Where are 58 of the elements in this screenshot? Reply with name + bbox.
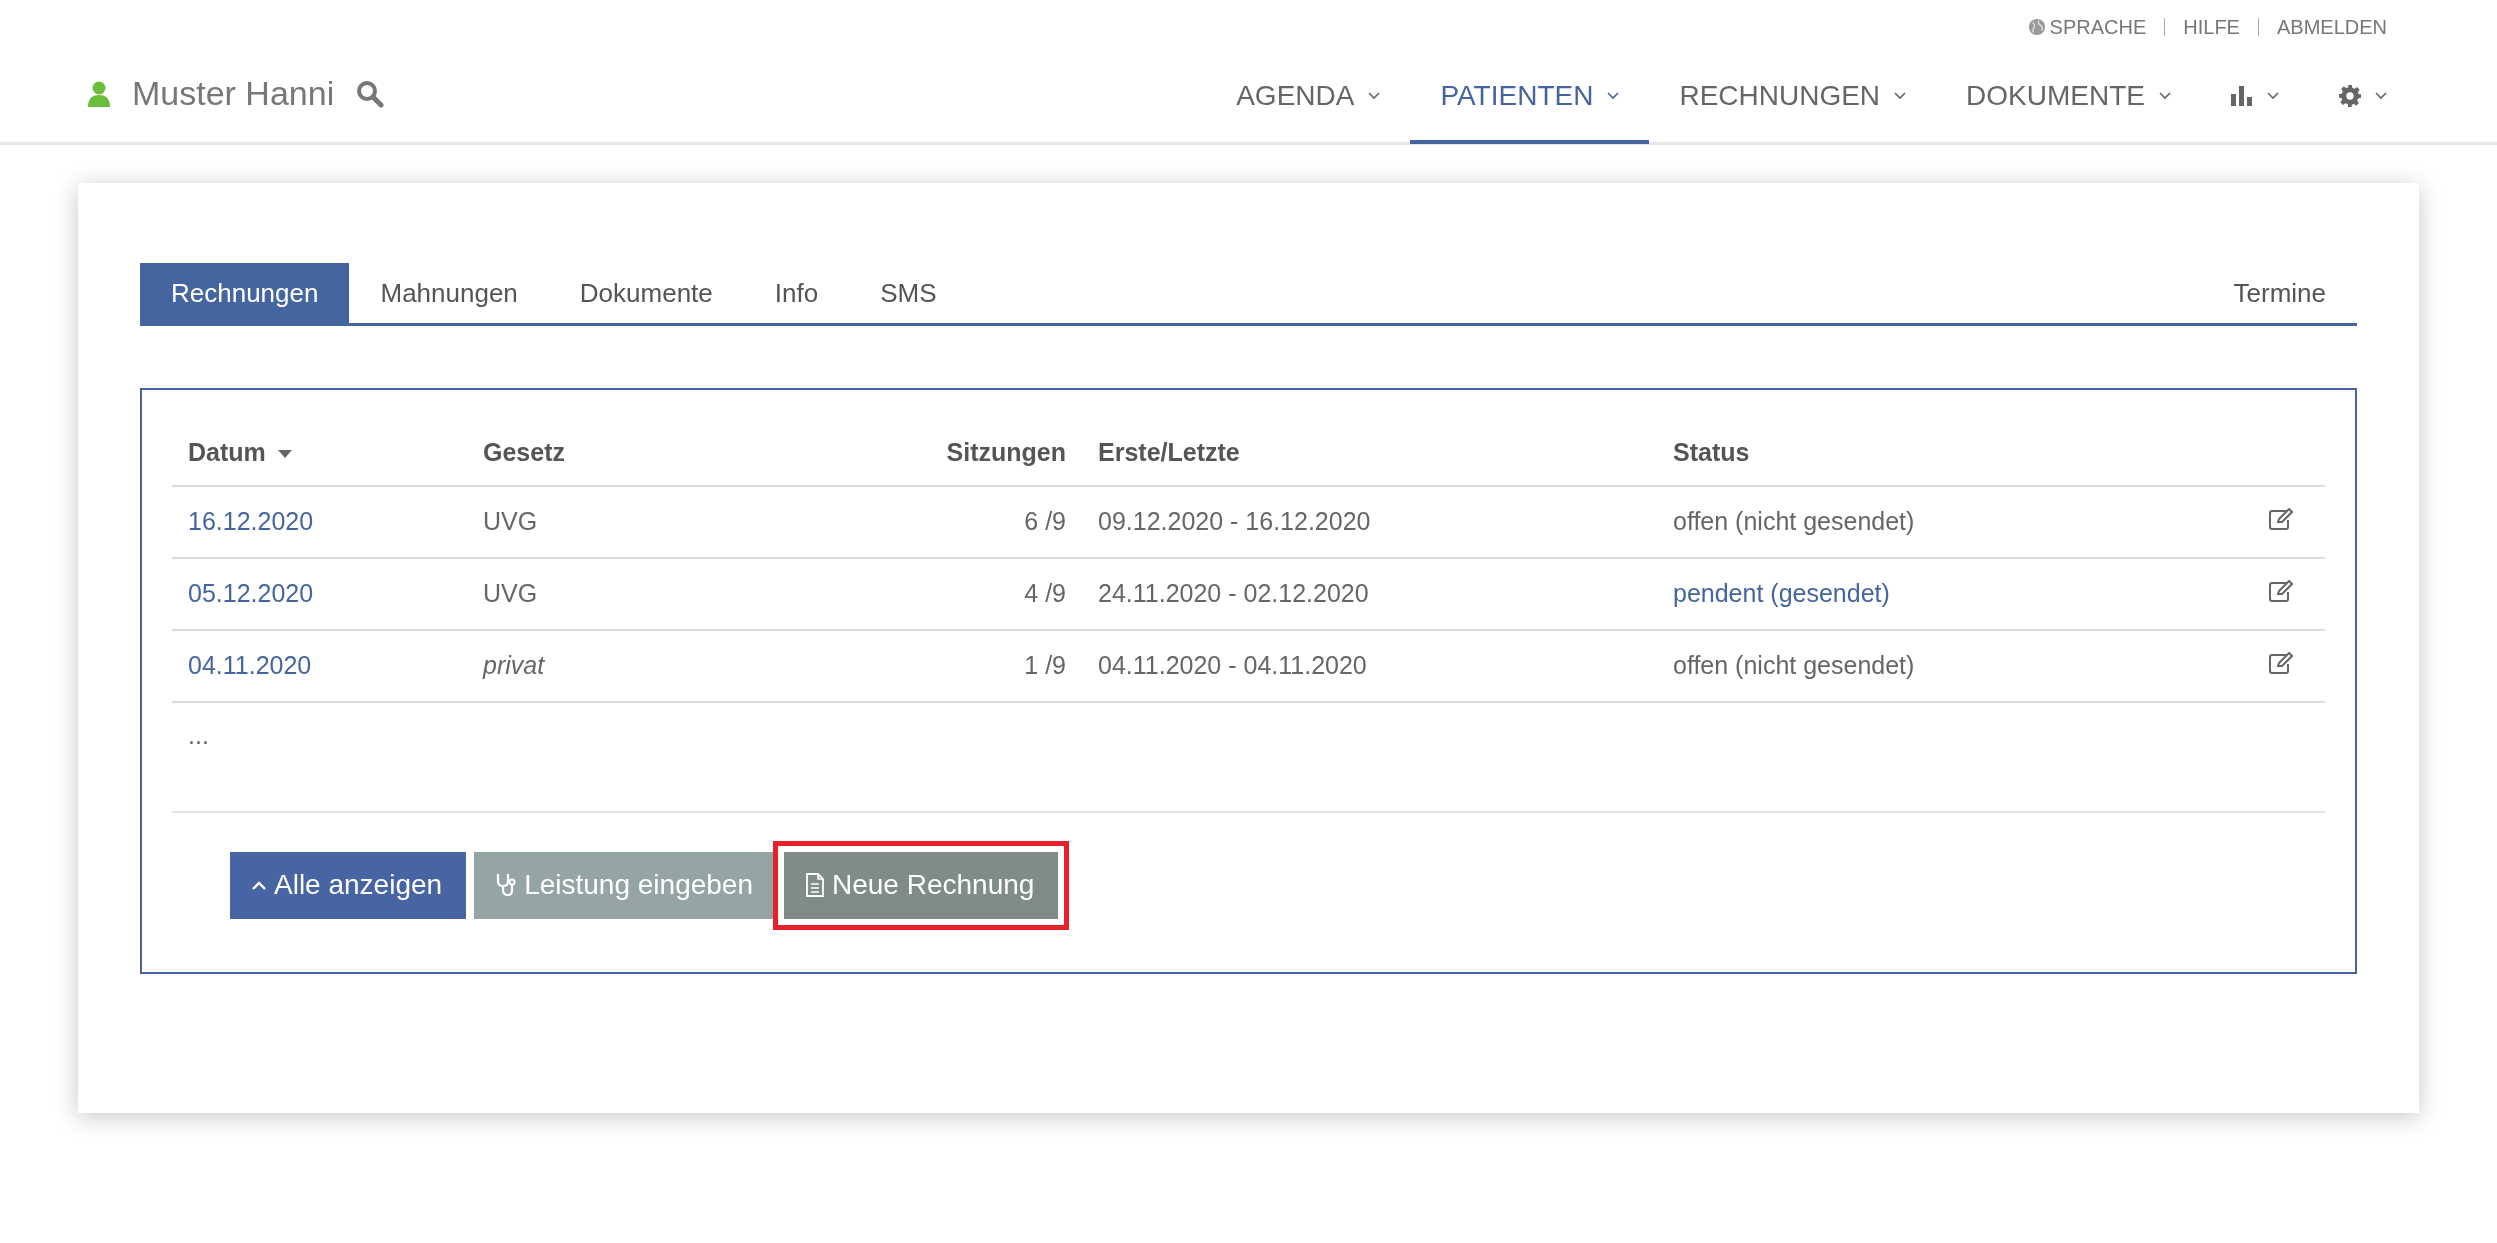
caret-icon xyxy=(1607,92,1620,100)
settings-icon xyxy=(2339,85,2361,107)
tab[interactable]: Rechnungen xyxy=(140,263,350,323)
search-button[interactable] xyxy=(356,79,385,108)
table-cell: 4 /9 xyxy=(857,558,1082,630)
chevron-up-icon xyxy=(252,880,266,890)
caret-icon xyxy=(2159,92,2171,100)
status-text: offen (nicht gesendet) xyxy=(1657,486,2227,558)
column-header: Sitzungen xyxy=(857,420,1082,486)
header-link[interactable]: HILFE xyxy=(2183,12,2240,42)
edit-button[interactable] xyxy=(2269,580,2293,603)
table-cell: privat xyxy=(467,630,857,702)
stethoscope-icon xyxy=(496,873,517,897)
table-cell: 1 /9 xyxy=(857,630,1082,702)
column-header[interactable]: Datum xyxy=(172,420,467,486)
document-icon xyxy=(806,873,824,897)
nav-menu[interactable]: AGENDA xyxy=(1206,52,1411,144)
tab[interactable]: SMS xyxy=(849,263,968,323)
user-icon xyxy=(88,80,110,107)
status-link[interactable]: pendent (gesendet) xyxy=(1657,558,2227,630)
date-link[interactable]: 04.11.2020 xyxy=(172,630,467,702)
date-link[interactable]: 05.12.2020 xyxy=(172,558,467,630)
column-header: Gesetz xyxy=(467,420,857,486)
caret-icon xyxy=(1894,92,1907,100)
tab[interactable]: Dokumente xyxy=(548,263,744,323)
caret-icon xyxy=(2375,92,2387,100)
action-button[interactable]: Neue Rechnung xyxy=(784,851,1059,919)
header-link[interactable]: SPRACHE xyxy=(2027,12,2147,42)
search-icon xyxy=(356,79,385,108)
table-cell: UVG xyxy=(467,486,857,558)
table-cell: 24.11.2020 - 02.12.2020 xyxy=(1082,558,1657,630)
edit-icon xyxy=(2269,580,2293,603)
edit-button[interactable] xyxy=(2269,508,2293,531)
tab[interactable]: Info xyxy=(743,263,850,323)
table-cell: UVG xyxy=(467,558,857,630)
more-indicator: ... xyxy=(187,720,210,751)
user-name[interactable]: Muster Hanni xyxy=(132,68,335,119)
caret-icon xyxy=(1368,92,1381,100)
column-header: Erste/Letzte xyxy=(1082,420,1657,486)
caret-icon xyxy=(2267,92,2279,100)
globe-icon xyxy=(2027,18,2046,36)
edit-button[interactable] xyxy=(2269,652,2293,675)
nav-menu[interactable]: DOKUMENTE xyxy=(1936,52,2201,144)
nav-menu[interactable]: RECHNUNGEN xyxy=(1649,52,1937,144)
header-link[interactable]: ABMELDEN xyxy=(2276,12,2387,42)
edit-icon xyxy=(2269,652,2293,675)
status-text: offen (nicht gesendet) xyxy=(1657,630,2227,702)
action-button[interactable]: Alle anzeigen xyxy=(230,851,467,919)
tab[interactable]: Termine xyxy=(2202,263,2357,323)
column-header: Status xyxy=(1657,420,2227,486)
nav-menu[interactable]: PATIENTEN xyxy=(1410,52,1650,144)
edit-icon xyxy=(2269,508,2293,531)
bar-chart-icon xyxy=(2231,86,2253,106)
tab[interactable]: Mahnungen xyxy=(349,263,549,323)
table-cell: 09.12.2020 - 16.12.2020 xyxy=(1082,486,1657,558)
date-link[interactable]: 16.12.2020 xyxy=(172,486,467,558)
table-cell: 6 /9 xyxy=(857,486,1082,558)
table-cell: 04.11.2020 - 04.11.2020 xyxy=(1082,630,1657,702)
